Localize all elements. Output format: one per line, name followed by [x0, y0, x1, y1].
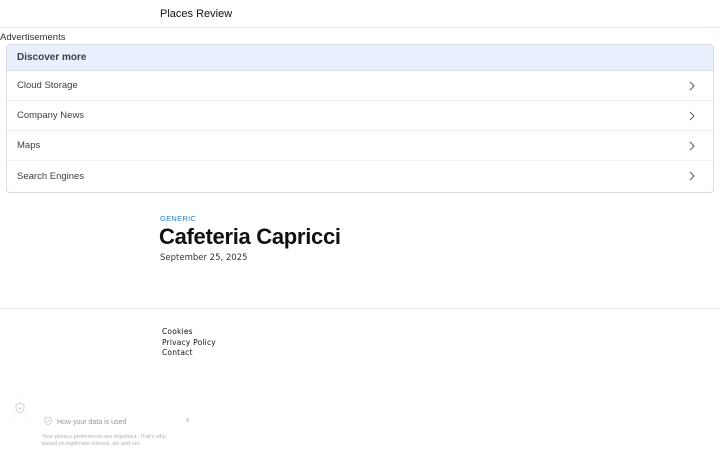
site-title-link[interactable]: Places Review [160, 8, 232, 20]
privacy-consent-title: How your data is used [57, 418, 127, 426]
close-icon[interactable]: × [185, 416, 190, 425]
chevron-right-icon [687, 140, 697, 152]
discover-item-label: Company News [17, 110, 85, 121]
privacy-consent-text: Your privacy preferences are important. … [42, 434, 167, 447]
chevron-right-icon [687, 80, 697, 92]
advertisements-label: Advertisements [0, 32, 66, 43]
discover-item-search-engines[interactable]: Search Engines [7, 161, 713, 191]
post-title: Cafeteria Capricci [159, 224, 341, 249]
site-header: Places Review [0, 0, 720, 28]
privacy-consent-button[interactable] [8, 398, 32, 422]
footer-nav: Cookies Privacy Policy Contact [162, 327, 216, 359]
privacy-consent-bubble[interactable]: How your data is used × [38, 414, 198, 430]
chevron-right-icon [687, 170, 697, 182]
discover-more-panel: Discover more Cloud Storage Company News… [6, 44, 714, 193]
shield-icon [15, 401, 25, 419]
discover-item-label: Search Engines [17, 170, 85, 182]
discover-item-label: Maps [17, 140, 41, 151]
discover-item-label: Cloud Storage [17, 80, 78, 91]
discover-item-cloud-storage[interactable]: Cloud Storage [7, 71, 713, 101]
chevron-right-icon [687, 110, 697, 122]
footer-divider [0, 308, 720, 309]
footer-link-contact[interactable]: Contact [162, 348, 216, 359]
post-category-link[interactable]: GENERIC [160, 214, 196, 223]
footer-link-privacy-policy[interactable]: Privacy Policy [162, 338, 216, 349]
post-date: September 25, 2025 [160, 253, 248, 263]
discover-more-header: Discover more [7, 45, 713, 71]
footer-link-cookies[interactable]: Cookies [162, 327, 216, 338]
discover-item-company-news[interactable]: Company News [7, 101, 713, 131]
discover-item-maps[interactable]: Maps [7, 131, 713, 161]
shield-icon [44, 413, 52, 431]
discover-more-heading: Discover more [17, 52, 87, 63]
